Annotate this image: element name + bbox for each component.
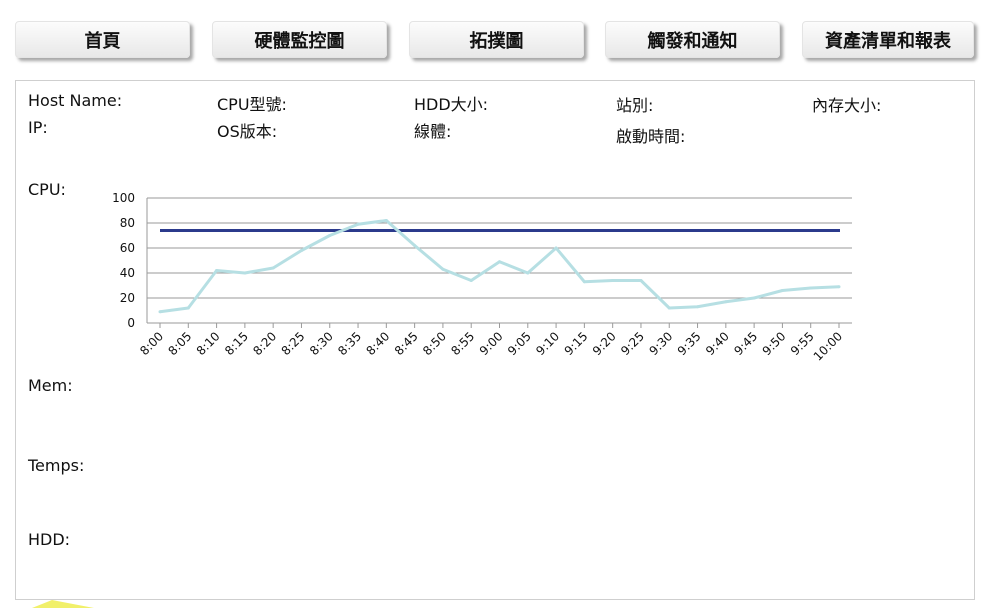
memory-size-label: 內存大小: xyxy=(812,96,882,115)
nav-asset-report-button[interactable]: 資產清單和報表 xyxy=(802,21,974,58)
station-label: 站別: xyxy=(616,96,654,115)
decorative-corner-shape xyxy=(32,600,94,608)
cpu-section-label: CPU: xyxy=(28,180,66,199)
hdd-size-label: HDD大小: xyxy=(414,95,489,114)
line-label: 線體: xyxy=(414,122,452,141)
nav-topology-button[interactable]: 拓撲圖 xyxy=(409,21,584,58)
mem-section-label: Mem: xyxy=(28,376,73,395)
os-version-label: OS版本: xyxy=(217,122,278,141)
host-name-label: Host Name: xyxy=(28,91,123,110)
nav-home-button[interactable]: 首頁 xyxy=(15,21,190,58)
boot-time-label: 啟動時間: xyxy=(616,127,686,146)
hdd-section-label: HDD: xyxy=(28,530,71,549)
ip-label: IP: xyxy=(28,118,48,137)
nav-hardware-monitor-button[interactable]: 硬體監控圖 xyxy=(212,21,387,58)
nav-triggers-notifications-button[interactable]: 觸發和通知 xyxy=(605,21,780,58)
host-detail-panel xyxy=(15,80,975,600)
cpu-model-label: CPU型號: xyxy=(217,95,287,114)
temps-section-label: Temps: xyxy=(28,456,85,475)
